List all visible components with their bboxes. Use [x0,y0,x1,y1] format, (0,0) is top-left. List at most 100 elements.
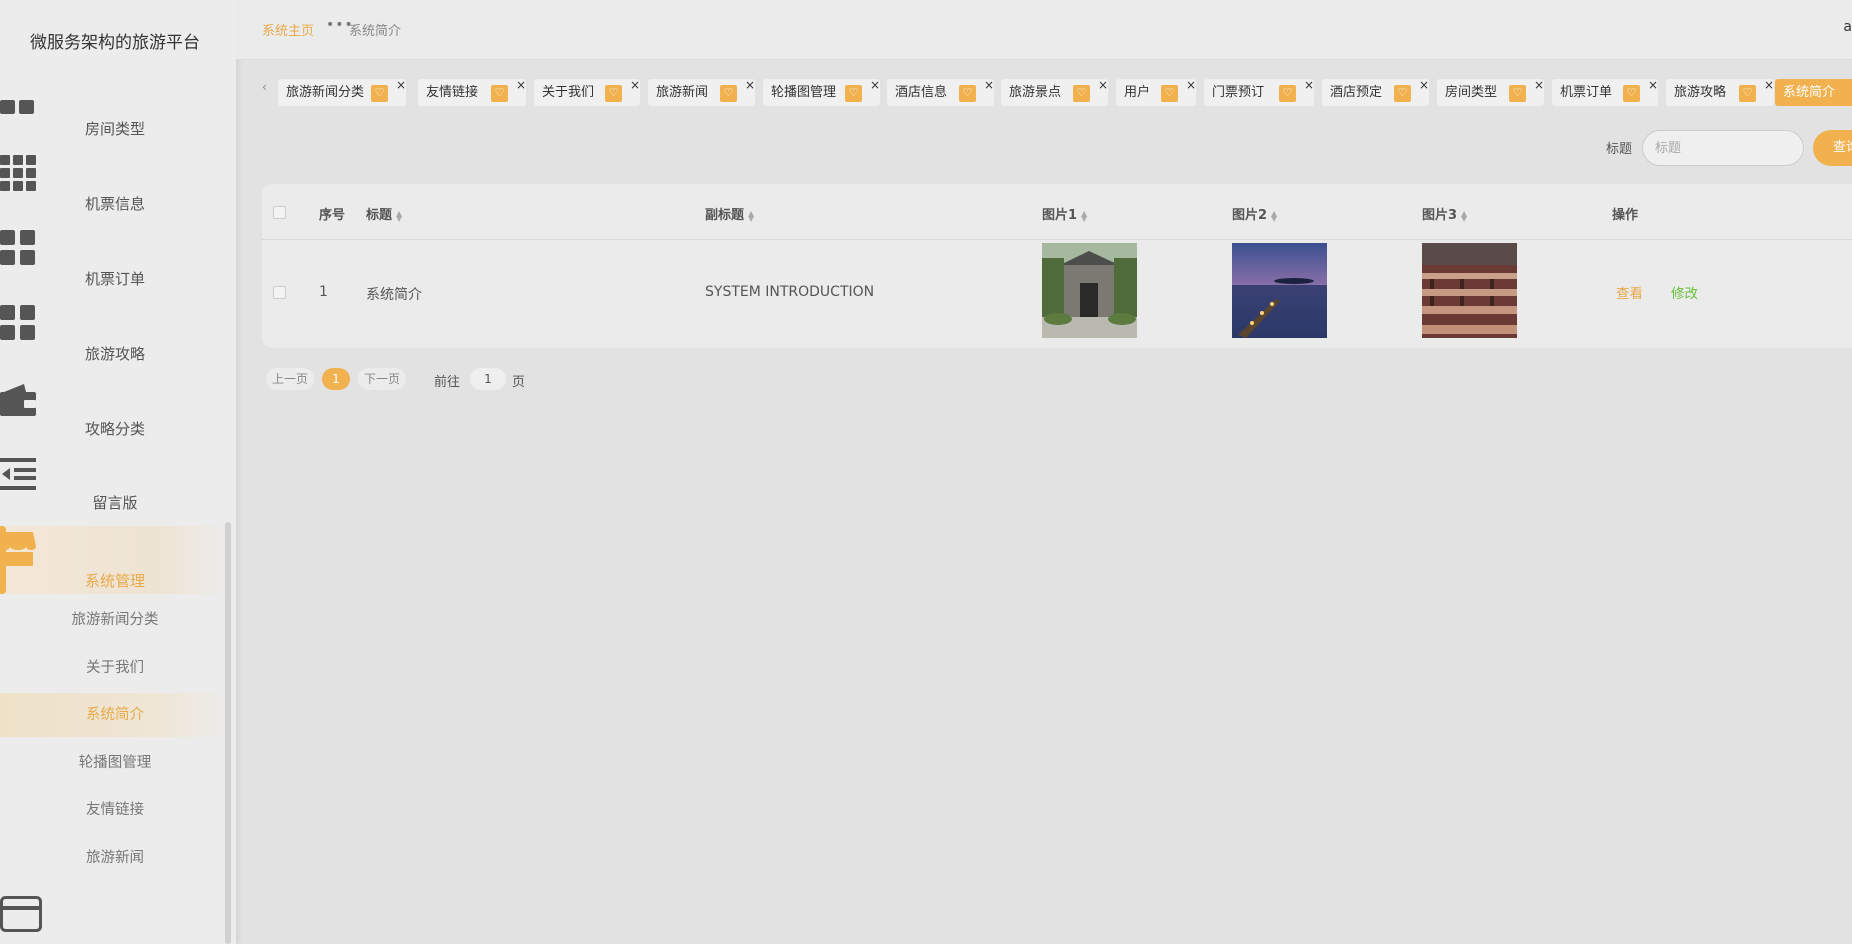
close-icon[interactable]: × [984,72,994,99]
tag-label: 旅游攻略 [1674,85,1727,100]
close-icon[interactable]: × [1186,72,1196,99]
search-label: 标题 [1606,142,1633,157]
close-icon[interactable]: × [1419,72,1429,99]
col-title[interactable]: 标题 ▲ ▼ [366,204,402,223]
cell-title: 系统简介 [366,287,422,303]
image2-thumbnail[interactable] [1232,243,1327,338]
col-image3-label: 图片3 [1422,208,1458,223]
sidebar-item-message-board[interactable]: 留言版 [0,458,230,513]
image1-thumbnail[interactable] [1042,243,1137,338]
tag-item[interactable]: 旅游新闻分类 ♡ × [278,78,406,106]
submenu-system-intro[interactable]: 系统简介 [0,693,230,737]
next-page-button[interactable]: 下一页 [358,368,406,390]
tag-label: 友情链接 [426,85,479,100]
col-image1[interactable]: 图片1 ▲ ▼ [1042,204,1087,223]
tag-item[interactable]: 机票订单 ♡ × [1552,78,1658,106]
submenu-friend-links[interactable]: 友情链接 [0,788,230,832]
grid-two-icon [0,98,230,116]
active-indicator [0,526,6,594]
tag-item[interactable]: 关于我们 ♡ × [534,78,640,106]
submenu-travel-news[interactable]: 旅游新闻 [0,836,230,880]
close-icon[interactable]: × [1098,72,1108,99]
image3-thumbnail[interactable] [1422,243,1517,338]
tag-item[interactable]: 友情链接 ♡ × [418,78,526,106]
tag-item[interactable]: 门票预订 ♡ × [1204,78,1314,106]
grid-nine-icon [0,155,230,191]
close-icon[interactable]: × [630,72,640,99]
close-icon[interactable]: × [745,72,755,99]
tag-label: 房间类型 [1445,85,1498,100]
breadcrumb-current: 系统简介 [349,24,402,39]
col-image2[interactable]: 图片2 ▲ ▼ [1232,204,1277,223]
tag-item[interactable]: 酒店信息 ♡ × [887,78,994,106]
tag-label: 轮播图管理 [771,85,837,100]
breadcrumb-home[interactable]: 系统主页 [262,20,314,39]
tag-item[interactable]: 旅游景点 ♡ × [1001,78,1108,106]
heart-icon: ♡ [1073,85,1090,102]
tags-scroll-left[interactable]: ‹ [262,80,267,94]
store-icon [0,532,230,568]
heart-icon: ♡ [1739,85,1756,102]
sidebar-item-label: 攻略分类 [84,420,145,438]
page-number-current[interactable]: 1 [322,368,350,390]
heart-icon: ♡ [605,85,622,102]
close-icon[interactable]: × [516,72,526,99]
submenu-carousel-management[interactable]: 轮播图管理 [0,741,230,785]
goto-label: 前往 [434,375,461,390]
col-image2-label: 图片2 [1232,208,1268,223]
tag-item[interactable]: 酒店预定 ♡ × [1322,78,1429,106]
tag-item[interactable]: 用户 ♡ × [1116,78,1196,106]
list-indent-icon [0,458,230,490]
top-header: 系统主页 ••• 系统简介 a [236,0,1852,60]
close-icon[interactable]: × [1534,72,1544,99]
tag-item[interactable]: 轮播图管理 ♡ × [763,78,880,106]
heart-icon: ♡ [845,85,862,102]
sidebar-item-system-management[interactable]: 系统管理 [0,526,230,594]
heart-icon: ♡ [371,85,388,102]
tag-label: 关于我们 [542,85,595,100]
close-icon[interactable]: × [1304,72,1314,99]
close-icon[interactable]: × [1648,72,1658,99]
sort-icon[interactable]: ▲ ▼ [1081,209,1087,222]
tag-item[interactable]: 旅游攻略 ♡ × [1666,78,1774,106]
tag-item[interactable]: 房间类型 ♡ × [1437,78,1544,106]
edit-button[interactable]: 修改 [1671,282,1698,302]
sidebar-scrollbar[interactable] [225,522,231,944]
col-image3[interactable]: 图片3 ▲ ▼ [1422,204,1467,223]
tag-label: 旅游新闻分类 [286,85,365,100]
user-menu[interactable]: a [1843,19,1852,35]
sidebar-item-guide-categories[interactable]: 攻略分类 [0,382,230,439]
cell-index: 1 [319,284,328,300]
sidebar-item-flight-info[interactable]: 机票信息 [0,155,230,214]
row-checkbox[interactable] [273,286,286,299]
sort-icon[interactable]: ▲ ▼ [1461,209,1467,222]
tag-item[interactable]: 系统简介 [1775,79,1852,106]
submenu-news-categories[interactable]: 旅游新闻分类 [0,598,230,642]
sidebar-item-travel-guides[interactable]: 旅游攻略 [0,305,230,364]
close-icon[interactable]: × [1764,72,1774,99]
submenu-about-us[interactable]: 关于我们 [0,646,230,690]
prev-page-button[interactable]: 上一页 [266,368,314,390]
tag-label: 用户 [1124,85,1151,100]
tag-label: 机票订单 [1560,85,1613,100]
close-icon[interactable]: × [396,72,406,99]
sidebar-item-bottom[interactable] [0,896,230,934]
sidebar-item-flight-orders[interactable]: 机票订单 [0,230,230,289]
goto-page-input[interactable]: 1 [470,368,506,390]
search-button[interactable]: 查询 [1813,130,1852,166]
close-icon[interactable]: × [870,72,880,99]
sort-icon[interactable]: ▲ ▼ [748,209,754,222]
tag-item[interactable]: 旅游新闻 ♡ × [648,78,755,106]
search-input[interactable] [1642,130,1804,166]
sort-icon[interactable]: ▲ ▼ [1271,209,1277,222]
app-title: 微服务架构的旅游平台 [30,33,200,53]
select-all-checkbox[interactable] [273,206,286,219]
heart-icon: ♡ [1161,85,1178,102]
view-button[interactable]: 查看 [1616,282,1643,302]
sidebar-item-label: 房间类型 [84,120,145,138]
sort-icon[interactable]: ▲ ▼ [396,209,402,222]
cell-subtitle: SYSTEM INTRODUCTION [705,284,875,300]
sidebar-item-room-types[interactable]: 房间类型 [0,98,230,139]
col-subtitle[interactable]: 副标题 ▲ ▼ [705,204,754,223]
heart-icon: ♡ [1279,85,1296,102]
